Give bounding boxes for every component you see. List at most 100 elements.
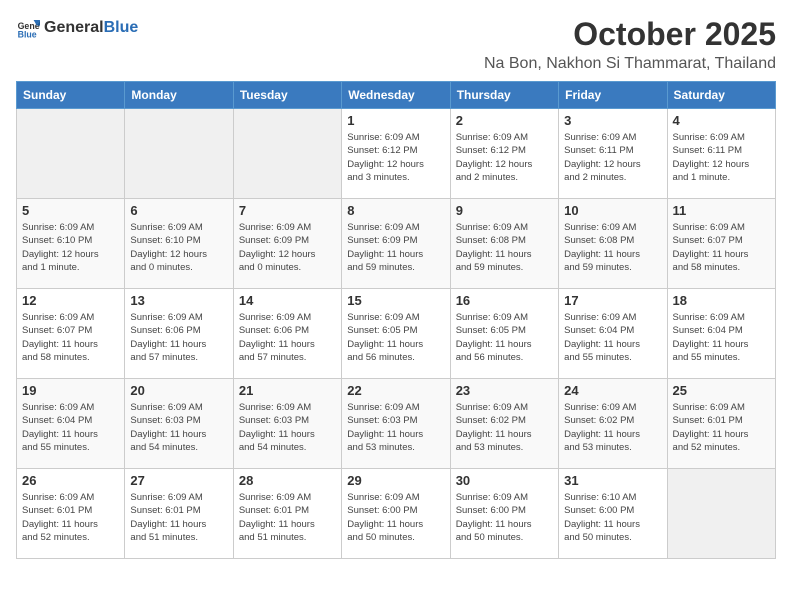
calendar-cell: 1Sunrise: 6:09 AM Sunset: 6:12 PM Daylig… [342, 109, 450, 199]
day-info: Sunrise: 6:09 AM Sunset: 6:01 PM Dayligh… [239, 491, 336, 544]
day-info: Sunrise: 6:09 AM Sunset: 6:03 PM Dayligh… [130, 401, 227, 454]
day-info: Sunrise: 6:09 AM Sunset: 6:06 PM Dayligh… [130, 311, 227, 364]
day-number: 7 [239, 203, 336, 218]
day-number: 13 [130, 293, 227, 308]
calendar-cell: 3 Sunrise: 6:09 AM Sunset: 6:11 PM Daylig… [559, 109, 667, 199]
calendar-cell [667, 469, 775, 559]
day-number: 17 [564, 293, 661, 308]
day-info: Sunrise: 6:09 AM Sunset: 6:05 PM Dayligh… [456, 311, 553, 364]
day-info: Sunrise: 6:09 AM Sunset: 6:01 PM Dayligh… [130, 491, 227, 544]
day-number: 30 [456, 473, 553, 488]
calendar-cell: 23 Sunrise: 6:09 AM Sunset: 6:02 PM Dayli… [450, 379, 558, 469]
day-info: Sunrise: 6:09 AM Sunset: 6:01 PM Dayligh… [673, 401, 770, 454]
calendar-table: SundayMondayTuesdayWednesdayThursdayFrid… [16, 81, 776, 559]
calendar-cell: 7 Sunrise: 6:09 AM Sunset: 6:09 PM Daylig… [233, 199, 341, 289]
day-number: 10 [564, 203, 661, 218]
calendar-cell: 12 Sunrise: 6:09 AM Sunset: 6:07 PM Dayli… [17, 289, 125, 379]
day-number: 3 [564, 113, 661, 128]
calendar-cell: 22Sunrise: 6:09 AM Sunset: 6:03 PM Dayli… [342, 379, 450, 469]
day-info: Sunrise: 6:09 AM Sunset: 6:00 PM Dayligh… [456, 491, 553, 544]
calendar-week-5: 26 Sunrise: 6:09 AM Sunset: 6:01 PM Dayli… [17, 469, 776, 559]
day-number: 26 [22, 473, 119, 488]
day-number: 16 [456, 293, 553, 308]
calendar-cell: 2 Sunrise: 6:09 AM Sunset: 6:12 PM Daylig… [450, 109, 558, 199]
page-header: General Blue GeneralBlue October 2025 Na… [16, 16, 776, 73]
day-number: 29 [347, 473, 444, 488]
day-number: 12 [22, 293, 119, 308]
calendar-cell: 17 Sunrise: 6:09 AM Sunset: 6:04 PM Dayli… [559, 289, 667, 379]
calendar-cell: 31Sunrise: 6:10 AM Sunset: 6:00 PM Dayli… [559, 469, 667, 559]
calendar-cell: 11 Sunrise: 6:09 AM Sunset: 6:07 PM Dayli… [667, 199, 775, 289]
logo-blue: Blue [104, 19, 139, 36]
calendar-week-3: 12 Sunrise: 6:09 AM Sunset: 6:07 PM Dayli… [17, 289, 776, 379]
day-info: Sunrise: 6:09 AM Sunset: 6:11 PM Dayligh… [564, 131, 661, 184]
calendar-cell: 4Sunrise: 6:09 AM Sunset: 6:11 PM Daylig… [667, 109, 775, 199]
day-info: Sunrise: 6:09 AM Sunset: 6:04 PM Dayligh… [673, 311, 770, 364]
day-number: 20 [130, 383, 227, 398]
day-number: 27 [130, 473, 227, 488]
calendar-cell: 16 Sunrise: 6:09 AM Sunset: 6:05 PM Dayli… [450, 289, 558, 379]
calendar-cell: 29 Sunrise: 6:09 AM Sunset: 6:00 PM Dayli… [342, 469, 450, 559]
calendar-cell: 15Sunrise: 6:09 AM Sunset: 6:05 PM Dayli… [342, 289, 450, 379]
day-info: Sunrise: 6:09 AM Sunset: 6:07 PM Dayligh… [673, 221, 770, 274]
day-info: Sunrise: 6:09 AM Sunset: 6:08 PM Dayligh… [456, 221, 553, 274]
day-info: Sunrise: 6:09 AM Sunset: 6:12 PM Dayligh… [456, 131, 553, 184]
day-number: 28 [239, 473, 336, 488]
day-number: 14 [239, 293, 336, 308]
calendar-cell: 30 Sunrise: 6:09 AM Sunset: 6:00 PM Dayli… [450, 469, 558, 559]
day-number: 5 [22, 203, 119, 218]
day-info: Sunrise: 6:09 AM Sunset: 6:09 PM Dayligh… [239, 221, 336, 274]
day-info: Sunrise: 6:09 AM Sunset: 6:09 PM Dayligh… [347, 221, 444, 274]
day-number: 19 [22, 383, 119, 398]
header-wednesday: Wednesday [342, 82, 450, 109]
day-number: 1 [347, 113, 444, 128]
day-info: Sunrise: 6:09 AM Sunset: 6:01 PM Dayligh… [22, 491, 119, 544]
day-number: 24 [564, 383, 661, 398]
calendar-cell [17, 109, 125, 199]
header-sunday: Sunday [17, 82, 125, 109]
day-number: 22 [347, 383, 444, 398]
day-info: Sunrise: 6:09 AM Sunset: 6:00 PM Dayligh… [347, 491, 444, 544]
calendar-cell: 9Sunrise: 6:09 AM Sunset: 6:08 PM Daylig… [450, 199, 558, 289]
calendar-cell: 25Sunrise: 6:09 AM Sunset: 6:01 PM Dayli… [667, 379, 775, 469]
day-number: 23 [456, 383, 553, 398]
day-info: Sunrise: 6:09 AM Sunset: 6:04 PM Dayligh… [22, 401, 119, 454]
calendar-header-row: SundayMondayTuesdayWednesdayThursdayFrid… [17, 82, 776, 109]
calendar-cell: 18 Sunrise: 6:09 AM Sunset: 6:04 PM Dayli… [667, 289, 775, 379]
day-number: 11 [673, 203, 770, 218]
calendar-cell: 6 Sunrise: 6:09 AM Sunset: 6:10 PM Daylig… [125, 199, 233, 289]
calendar-week-1: 1 Sunrise: 6:09 AM Sunset: 6:12 PM Daylig… [17, 109, 776, 199]
title-section: October 2025 Na Bon, Nakhon Si Thammarat… [484, 16, 776, 73]
day-number: 4 [673, 113, 770, 128]
calendar-cell: 19 Sunrise: 6:09 AM Sunset: 6:04 PM Dayli… [17, 379, 125, 469]
calendar-cell: 8 Sunrise: 6:09 AM Sunset: 6:09 PM Daylig… [342, 199, 450, 289]
day-info: Sunrise: 6:09 AM Sunset: 6:08 PM Dayligh… [564, 221, 661, 274]
day-number: 21 [239, 383, 336, 398]
day-info: Sunrise: 6:09 AM Sunset: 6:10 PM Dayligh… [130, 221, 227, 274]
day-number: 2 [456, 113, 553, 128]
day-number: 18 [673, 293, 770, 308]
day-info: Sunrise: 6:09 AM Sunset: 6:02 PM Dayligh… [456, 401, 553, 454]
day-info: Sunrise: 6:09 AM Sunset: 6:07 PM Dayligh… [22, 311, 119, 364]
header-tuesday: Tuesday [233, 82, 341, 109]
day-number: 6 [130, 203, 227, 218]
calendar-cell: 24 Sunrise: 6:09 AM Sunset: 6:02 PM Dayli… [559, 379, 667, 469]
header-saturday: Saturday [667, 82, 775, 109]
calendar-cell: 26 Sunrise: 6:09 AM Sunset: 6:01 PM Dayli… [17, 469, 125, 559]
svg-text:Blue: Blue [18, 30, 37, 40]
header-thursday: Thursday [450, 82, 558, 109]
day-info: Sunrise: 6:09 AM Sunset: 6:04 PM Dayligh… [564, 311, 661, 364]
header-friday: Friday [559, 82, 667, 109]
calendar-subtitle: Na Bon, Nakhon Si Thammarat, Thailand [484, 55, 776, 73]
day-number: 15 [347, 293, 444, 308]
day-number: 8 [347, 203, 444, 218]
day-info: Sunrise: 6:09 AM Sunset: 6:10 PM Dayligh… [22, 221, 119, 274]
day-info: Sunrise: 6:09 AM Sunset: 6:02 PM Dayligh… [564, 401, 661, 454]
calendar-cell: 28 Sunrise: 6:09 AM Sunset: 6:01 PM Dayli… [233, 469, 341, 559]
logo-general: General [44, 19, 104, 36]
day-number: 31 [564, 473, 661, 488]
calendar-cell: 27 Sunrise: 6:09 AM Sunset: 6:01 PM Dayli… [125, 469, 233, 559]
calendar-cell: 20 Sunrise: 6:09 AM Sunset: 6:03 PM Dayli… [125, 379, 233, 469]
calendar-cell [125, 109, 233, 199]
calendar-cell: 21Sunrise: 6:09 AM Sunset: 6:03 PM Dayli… [233, 379, 341, 469]
